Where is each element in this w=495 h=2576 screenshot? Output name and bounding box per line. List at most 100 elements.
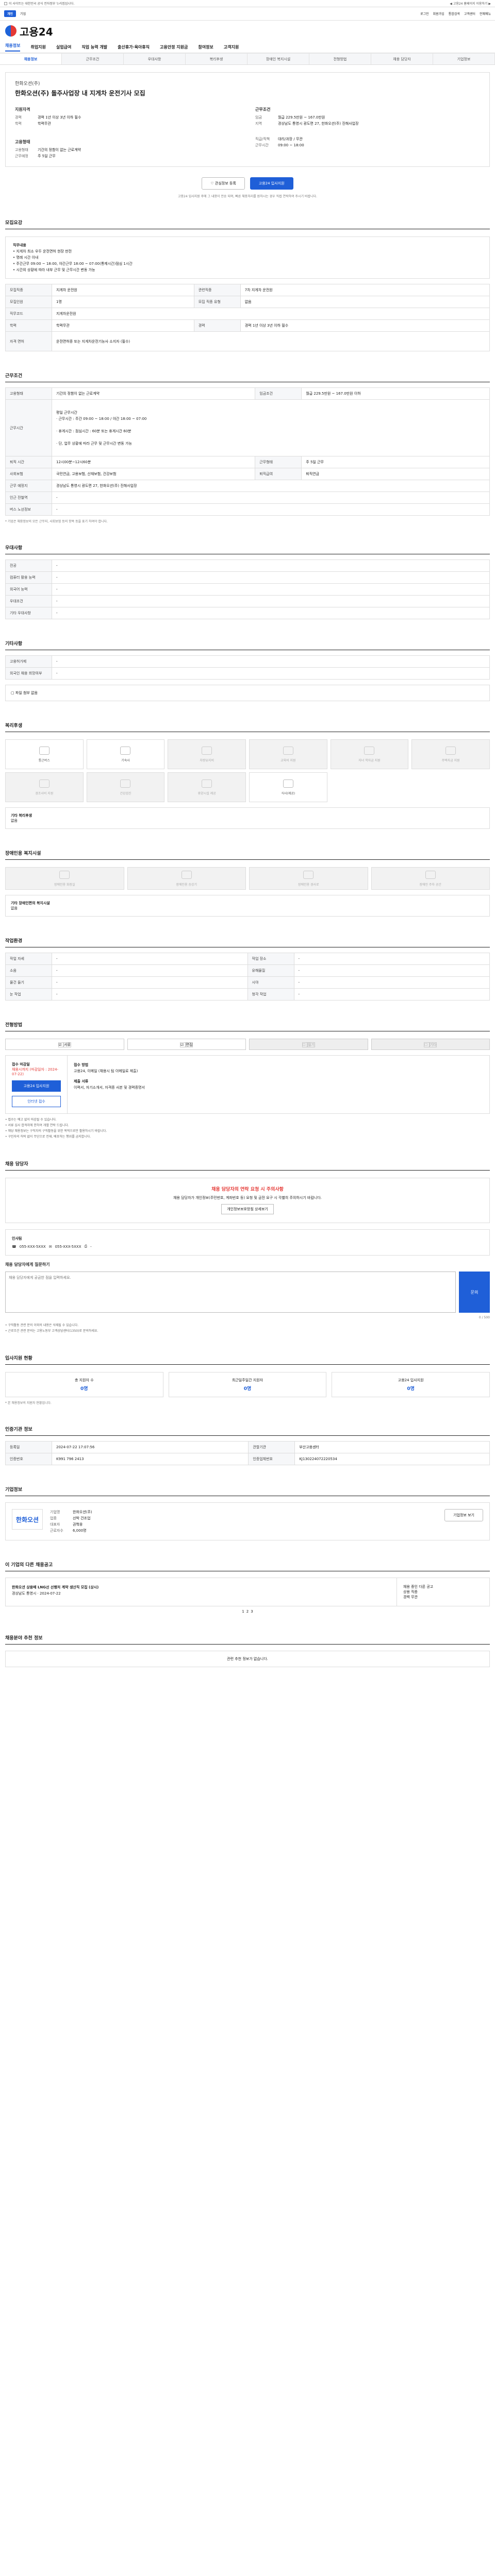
- subtab[interactable]: 기업정보: [433, 54, 495, 64]
- cell-key: 사회보험: [5, 468, 52, 480]
- cell-key: 버스 노선정보: [5, 503, 52, 516]
- check-icon: ☑: [58, 1042, 64, 1047]
- cond-heading: 근무조건: [255, 107, 271, 112]
- select-section: 전형방법 ☑ 서류 ☑ 면접 ☐ 필기 ☐ 기타 접수 마감일 채용시까지 (마…: [5, 1021, 490, 1140]
- note-line: • 근로조건 관련 문의는 고용노동부 고객상담센터(1350)로 문의하세요.: [5, 1329, 98, 1333]
- gnb-item[interactable]: 채용정보: [5, 43, 21, 52]
- health-icon: [120, 779, 131, 788]
- scrap-button[interactable]: ♡ 관심정보 등록: [202, 177, 245, 190]
- apply-right: 접수 방법 고용24, 이메일 (채용시 팀 이메일로 제출) 제출 서류 이력…: [68, 1056, 489, 1113]
- cell-key: 물건 들기: [5, 976, 52, 989]
- duty-card: 직무내용 • 지게차 최소 우두 운전면허 현장 판전 • 명례 시간 이내 •…: [5, 236, 490, 279]
- cell-key: 인증번호: [5, 1453, 52, 1465]
- page-link[interactable]: 2: [246, 1609, 249, 1614]
- cell-value: 7차 지게차 운전원: [240, 284, 490, 296]
- internet-apply-button[interactable]: 인터넷 접수: [12, 1096, 61, 1107]
- job-title: 한화오션(주) 돌주사업장 내 지게차 운전기사 모집: [15, 90, 145, 97]
- stats-note: * 본 채용정보의 지원자 현황입니다.: [5, 1401, 52, 1405]
- section-title-text: 전형방법: [5, 1023, 23, 1028]
- section-title: 장애인용 복지시설: [5, 850, 490, 860]
- attach-text: 파일 첨부 없음: [15, 691, 38, 695]
- cell-value: -: [52, 503, 490, 516]
- welfare-label: 교육비 지원: [280, 758, 296, 762]
- login-link[interactable]: 로그인: [420, 11, 429, 16]
- cell-key: 작업 자세: [5, 953, 52, 965]
- alert-heading: 채용 담당자의 연락 요청 시 주의사항: [211, 1187, 284, 1192]
- welfare-item: 휴양시설 제공: [168, 772, 246, 802]
- gnb-item[interactable]: 실업급여: [56, 44, 71, 50]
- note-text: 구직활동 관련 문의 이외의 내용은 삭제될 수 있습니다.: [8, 1324, 79, 1327]
- subtab[interactable]: 채용정보: [0, 54, 62, 64]
- table-row: 인근 전철역 -: [5, 492, 490, 504]
- subtab[interactable]: 근무조건: [62, 54, 124, 64]
- gnb-item[interactable]: 고객지원: [224, 44, 239, 50]
- note-text: 해당 채용정보는 구직자의 구직활동을 위한 목적으로만 활용하시기 바랍니다.: [8, 1129, 107, 1133]
- select-steps: ☑ 서류 ☑ 면접 ☐ 필기 ☐ 기타: [5, 1039, 490, 1050]
- company-info-button[interactable]: 기업정보 보기: [444, 1509, 483, 1521]
- tab-company[interactable]: 기업: [20, 11, 26, 16]
- section-title: 이 기업의 다른 채용공고: [5, 1561, 490, 1571]
- apply-button[interactable]: 고용24 입사지원: [250, 177, 293, 190]
- cell-value: -: [52, 560, 490, 572]
- step-item: ☐ 필기: [249, 1039, 368, 1050]
- cell-value: 지게차 운전원: [52, 284, 194, 296]
- cell-key: 모집 직종 유형: [193, 296, 241, 308]
- search-link[interactable]: 통합검색: [449, 11, 460, 16]
- cell-key: 학력: [5, 319, 52, 332]
- job-header-card: 한화오션(주) 한화오션(주) 돌주사업장 내 지게차 운전기사 모집 지원자격…: [5, 72, 490, 167]
- signup-link[interactable]: 회원가입: [433, 11, 444, 16]
- scrap-label: 관심정보 등록: [214, 181, 236, 185]
- work-section: 근무조건 고용형태 기간의 정함이 없는 근로계약 임금조건 월급 229.5만원 ~…: [5, 372, 490, 523]
- menu-link[interactable]: 전체메뉴: [480, 11, 491, 16]
- inquiry-input[interactable]: [5, 1272, 456, 1313]
- pagination: 1 2 3: [5, 1609, 490, 1614]
- gnb-item[interactable]: 고용안정 지원금: [160, 44, 188, 50]
- gnb-item[interactable]: 직업 능력 개발: [81, 44, 107, 50]
- duty-line: • 명례 시간 이내: [13, 256, 39, 260]
- note-text: 근로조건 관련 문의는 고용노동부 고객상담센터(1350)로 문의하세요.: [8, 1329, 98, 1333]
- privacy-button[interactable]: 개인정보보호방침 상세보기: [221, 1204, 274, 1214]
- cell-value: 주 5일 근무: [301, 456, 490, 468]
- stat-item: 최근일주일간 지원자 0명: [168, 1372, 327, 1397]
- page-link[interactable]: 3: [251, 1609, 253, 1614]
- other-job-title[interactable]: 한화오션 상용배 LNG선 선행처 계약 생산직 모집 (상시): [12, 1584, 390, 1590]
- stat-value: 0명: [243, 1386, 252, 1392]
- note-line: • 접수는 예고 없이 마감될 수 있습니다.: [5, 1118, 57, 1122]
- other-job-item[interactable]: 한화오션 상용배 LNG선 선행처 계약 생산직 모집 (상시) 경상남도 통영…: [6, 1578, 397, 1606]
- company-card: 한화오션 기업명 한화오션(주) 업종 선박 건조업 대표자 권혁웅 근로자수 6,00…: [5, 1502, 490, 1540]
- welfare-label: 주택자금 지원: [441, 758, 460, 762]
- subtab[interactable]: 복리후생: [186, 54, 248, 64]
- env-table: 작업 자세 - 작업 장소 - 소음 - 유해물질 - 물건 들기 - 시야 - 눈 작업 - 청각 …: [5, 953, 490, 1001]
- duty-line: • 주간근무 09:00 ~ 18:00, 야간근무 18:00 ~ 07:00…: [13, 262, 133, 266]
- table-row: 인증번호 K991 796 2413 인증업체번호 KJ130224072220534: [5, 1453, 490, 1465]
- kv-value: 학력무관: [38, 122, 51, 126]
- site-logo[interactable]: 고용24: [5, 24, 53, 39]
- file-icon: ▢: [11, 691, 15, 695]
- cell-value: -: [52, 988, 248, 1001]
- apply-submit-button[interactable]: 고용24 입사지원: [12, 1080, 61, 1092]
- subtab[interactable]: 장애인 복지시설: [248, 54, 309, 64]
- gnb-item[interactable]: 참여정보: [198, 44, 213, 50]
- subtab[interactable]: 전형방법: [309, 54, 371, 64]
- gnb-item[interactable]: 출산휴가·육아휴직: [118, 44, 150, 50]
- table-row: 근무 예정지 경상남도 통영시 광도면 27, 한화오션(주) 진해사업장: [5, 480, 490, 492]
- tab-personal[interactable]: 개인: [4, 10, 16, 17]
- disability-section: 장애인용 복지시설 장애인용 화장실 장애인용 승강기 장애인용 경사로 장애인…: [5, 850, 490, 917]
- stat-item: 고용24 입사지원 0명: [332, 1372, 490, 1397]
- subtab[interactable]: 우대사항: [124, 54, 186, 64]
- gnb-item[interactable]: 취업지원: [30, 44, 45, 50]
- cell-key: 유해물질: [247, 964, 294, 977]
- help-link[interactable]: 고객센터: [464, 11, 475, 16]
- inquiry-submit-button[interactable]: 문의: [459, 1272, 490, 1313]
- note-text: 서류 심사 합격자에 한하여 개별 연락 드립니다.: [8, 1124, 69, 1127]
- note-line: • 구인자의 허락 없이 무단으로 전재, 배포하는 행위를 금지합니다.: [5, 1135, 91, 1139]
- cell-key: 외국인 채용 희망여부: [5, 667, 52, 680]
- page-link[interactable]: 1: [242, 1609, 244, 1614]
- welfare-label: 휴양시설 제공: [197, 791, 216, 795]
- disability-label: 장애인용 화장실: [54, 883, 75, 887]
- subtab[interactable]: 채용 담당자: [371, 54, 433, 64]
- cell-value: 지게차운전원: [52, 308, 490, 320]
- site-link[interactable]: ◀ 고용24 홈페이지 이용하기 ▶: [450, 1, 491, 6]
- inquiry-heading: 채용 담당자에게 질문하기: [5, 1262, 50, 1267]
- recruit-table: 모집직종 지게차 운전원 관련직종 7차 지게차 운전원 모집인원 1명 모집 직종 유형…: [5, 284, 490, 351]
